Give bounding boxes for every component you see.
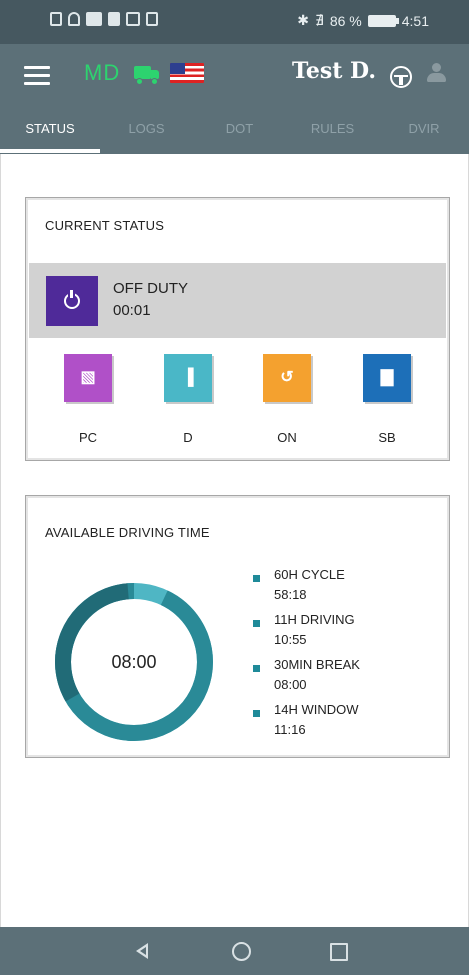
sb-button[interactable]: ▇ bbox=[363, 354, 411, 402]
tab-rules[interactable]: RULES bbox=[286, 122, 379, 154]
legend-marker bbox=[253, 575, 260, 582]
pc-button[interactable]: ▧ bbox=[64, 354, 112, 402]
power-icon bbox=[64, 290, 80, 309]
legend-label: 14H WINDOW bbox=[274, 702, 359, 717]
current-status-card: CURRENT STATUS OFF DUTY 00:01 ▧ PC ▐ D ↺… bbox=[25, 197, 450, 461]
system-nav-bar bbox=[0, 927, 469, 975]
on-label: ON bbox=[277, 430, 297, 445]
us-flag-icon bbox=[170, 63, 204, 83]
history-icon: ↺ bbox=[280, 369, 294, 386]
current-status-row: OFF DUTY 00:01 bbox=[29, 263, 446, 338]
mail-icon bbox=[126, 12, 140, 26]
battery-icon bbox=[367, 14, 399, 27]
mute-icon: ∄ bbox=[314, 12, 324, 28]
status-name: OFF DUTY bbox=[113, 280, 188, 297]
truck-icon bbox=[134, 66, 160, 85]
legend-label: 30MIN BREAK bbox=[274, 657, 360, 672]
driving-time-card: AVAILABLE DRIVING TIME 08:00 60H CYCLE 5… bbox=[25, 495, 450, 758]
md-label: MD bbox=[84, 60, 121, 85]
menu-icon[interactable] bbox=[24, 66, 50, 86]
recent-apps-icon[interactable] bbox=[325, 938, 351, 964]
road-icon: ▐ bbox=[182, 369, 194, 386]
battery-percent: 86 % bbox=[329, 12, 362, 29]
d-button[interactable]: ▐ bbox=[164, 354, 212, 402]
sim-icon bbox=[50, 12, 62, 26]
legend-marker bbox=[253, 665, 260, 672]
active-tab-indicator bbox=[0, 149, 100, 153]
legend-item-30min-break: 30MIN BREAK 08:00 bbox=[253, 655, 360, 695]
wifi-icon bbox=[68, 12, 80, 26]
d-label: D bbox=[183, 430, 193, 445]
tab-logs[interactable]: LOGS bbox=[100, 122, 193, 154]
system-status-bar: ✱ ∄ 86 % 4:51 bbox=[0, 0, 469, 44]
legend-item-11h-driving: 11H DRIVING 10:55 bbox=[253, 610, 355, 650]
person-icon[interactable] bbox=[426, 62, 446, 84]
cast-icon bbox=[86, 12, 102, 26]
legend-label: 11H DRIVING bbox=[274, 612, 355, 627]
back-icon[interactable] bbox=[130, 938, 156, 964]
legend-label: 60H CYCLE bbox=[274, 567, 345, 582]
status-icons-right: ✱ ∄ 86 % 4:51 bbox=[297, 12, 429, 29]
current-status-title: CURRENT STATUS bbox=[45, 218, 165, 233]
legend-item-60h-cycle: 60H CYCLE 58:18 bbox=[253, 565, 345, 605]
legend-value: 58:18 bbox=[274, 587, 307, 602]
legend-marker bbox=[253, 710, 260, 717]
driver-name[interactable]: Test D. bbox=[292, 58, 376, 84]
legend-value: 08:00 bbox=[274, 677, 307, 692]
on-button[interactable]: ↺ bbox=[263, 354, 311, 402]
pc-label: PC bbox=[78, 430, 98, 445]
legend-marker bbox=[253, 620, 260, 627]
steering-wheel-icon[interactable] bbox=[390, 66, 412, 88]
sb-label: SB bbox=[378, 430, 396, 445]
legend-value: 11:16 bbox=[274, 722, 306, 737]
notification-icon bbox=[108, 12, 120, 26]
screenshot-icon bbox=[146, 12, 158, 26]
tab-dot[interactable]: DOT bbox=[193, 122, 286, 154]
home-icon[interactable] bbox=[228, 938, 254, 964]
app-header: MD Test D. STATUS LOGS DOT RULES DVIR bbox=[0, 44, 469, 154]
driving-time-title: AVAILABLE DRIVING TIME bbox=[45, 525, 210, 540]
legend-item-14h-window: 14H WINDOW 11:16 bbox=[253, 700, 359, 740]
bed-icon: ▇ bbox=[380, 369, 394, 386]
map-icon: ▧ bbox=[80, 369, 96, 386]
status-time: 00:01 bbox=[113, 302, 151, 319]
donut-center-value: 08:00 bbox=[111, 651, 157, 672]
bluetooth-icon: ✱ bbox=[297, 12, 309, 28]
off-duty-button[interactable] bbox=[46, 276, 98, 326]
legend-value: 10:55 bbox=[274, 632, 307, 647]
status-icons-left bbox=[50, 12, 158, 26]
clock: 4:51 bbox=[401, 12, 429, 29]
tab-dvir[interactable]: DVIR bbox=[379, 122, 469, 154]
